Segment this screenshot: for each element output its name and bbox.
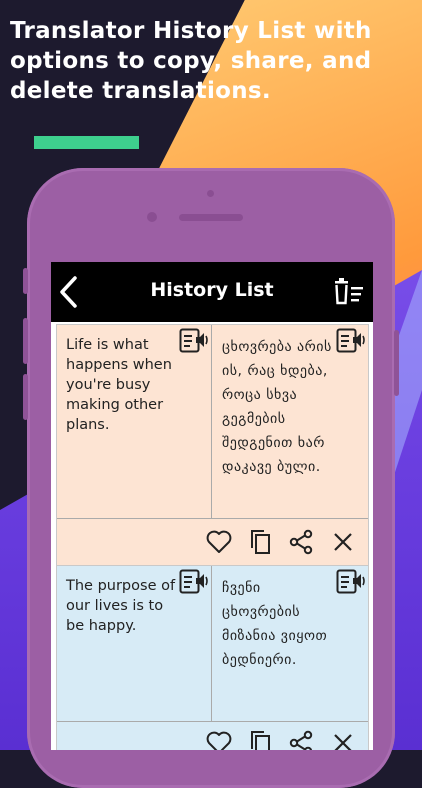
favorite-button[interactable] xyxy=(205,729,233,750)
speak-source-button[interactable] xyxy=(179,328,209,356)
speaker-icon xyxy=(336,569,365,594)
share-icon xyxy=(289,730,313,750)
favorite-button[interactable] xyxy=(205,528,233,556)
speak-source-button[interactable] xyxy=(179,569,209,597)
mute-switch xyxy=(23,268,28,294)
speak-translation-button[interactable] xyxy=(336,328,366,356)
share-button[interactable] xyxy=(287,528,315,556)
front-camera xyxy=(147,212,157,222)
copy-icon xyxy=(251,530,270,554)
power-button xyxy=(394,330,399,396)
close-icon xyxy=(334,734,352,750)
earpiece-speaker xyxy=(179,214,243,221)
translated-text: ცხოვრება არის ის, რაც ხდება, როცა სხვა გ… xyxy=(222,339,332,475)
copy-icon xyxy=(251,731,270,750)
delete-button[interactable] xyxy=(329,729,357,750)
history-card: The purpose of our lives is to be happy.… xyxy=(56,565,369,750)
action-divider xyxy=(57,721,368,722)
copy-button[interactable] xyxy=(246,729,274,750)
source-text: Life is what happens when you're busy ma… xyxy=(66,337,172,433)
history-card: Life is what happens when you're busy ma… xyxy=(56,324,369,566)
delete-button[interactable] xyxy=(329,528,357,556)
volume-down-button xyxy=(23,374,28,420)
clear-history-button[interactable] xyxy=(333,277,365,307)
app-screen: History List Life is what happens when y… xyxy=(51,262,373,750)
speaker-icon xyxy=(336,328,365,353)
heart-icon xyxy=(206,731,232,750)
page-title: History List xyxy=(150,279,274,301)
column-divider xyxy=(211,566,212,721)
volume-up-button xyxy=(23,318,28,364)
share-button[interactable] xyxy=(287,729,315,750)
clear-history-icon xyxy=(335,278,363,305)
translated-text: ჩვენი ცხოვრების მიზანია ვიყოთ ბედნიერი. xyxy=(222,580,328,668)
promo-headline: Translator History List with options to … xyxy=(10,18,372,104)
sensor-dot xyxy=(207,190,214,197)
column-divider xyxy=(211,325,212,518)
speaker-icon xyxy=(179,569,208,594)
source-text: The purpose of our lives is to be happy. xyxy=(66,578,176,634)
heart-icon xyxy=(206,530,232,553)
speak-translation-button[interactable] xyxy=(336,569,366,597)
app-bar: History List xyxy=(51,262,373,322)
close-icon xyxy=(334,533,352,551)
speaker-icon xyxy=(179,328,208,353)
action-divider xyxy=(57,518,368,519)
copy-button[interactable] xyxy=(246,528,274,556)
accent-bar xyxy=(34,136,139,149)
share-icon xyxy=(289,529,313,555)
